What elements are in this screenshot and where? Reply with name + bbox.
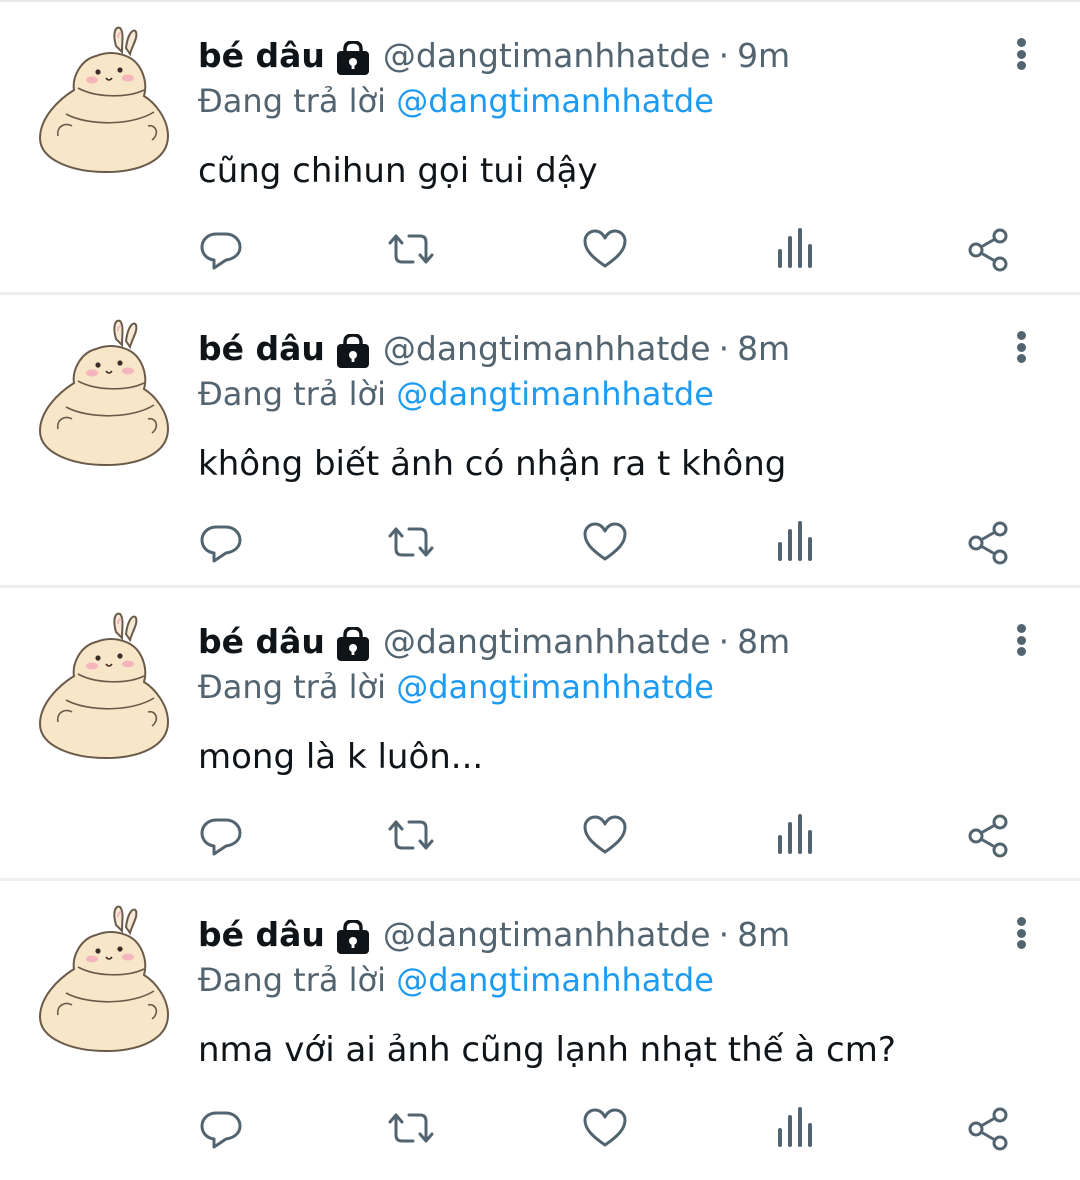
tweet-actions <box>0 810 1080 864</box>
reply-icon[interactable] <box>196 224 246 274</box>
tweet[interactable]: bé dâu @dangtimanhhatde · 9m Đang trả lờ… <box>0 2 1080 295</box>
user-handle[interactable]: @dangtimanhhatde <box>383 911 711 959</box>
timestamp[interactable]: 8m <box>737 325 790 373</box>
reply-thread: bé dâu @dangtimanhhatde · 9m Đang trả lờ… <box>0 2 1080 1174</box>
avatar[interactable] <box>36 905 172 1055</box>
replying-to-label: Đang trả lời <box>198 82 397 120</box>
avatar[interactable] <box>36 319 172 469</box>
timestamp[interactable]: 8m <box>737 911 790 959</box>
retweet-icon[interactable] <box>386 517 436 567</box>
more-vertical-icon[interactable] <box>1004 911 1038 955</box>
tweet-header: bé dâu @dangtimanhhatde · 9m <box>198 32 790 80</box>
share-icon[interactable] <box>964 517 1014 567</box>
tweet-text: nma với ai ảnh cũng lạnh nhạt thế à cm? <box>198 1030 896 1070</box>
tweet-header: bé dâu @dangtimanhhatde · 8m <box>198 325 790 373</box>
replying-to: Đang trả lời @dangtimanhhatde <box>198 371 714 417</box>
heart-icon[interactable] <box>580 224 630 274</box>
avatar[interactable] <box>36 26 172 176</box>
display-name[interactable]: bé dâu <box>198 32 325 80</box>
avatar[interactable] <box>36 612 172 762</box>
tweet-text: cũng chihun gọi tui dậy <box>198 151 598 191</box>
tweet-header: bé dâu @dangtimanhhatde · 8m <box>198 911 790 959</box>
display-name[interactable]: bé dâu <box>198 618 325 666</box>
separator-dot: · <box>718 36 730 75</box>
analytics-icon[interactable] <box>771 810 821 860</box>
user-handle[interactable]: @dangtimanhhatde <box>383 325 711 373</box>
more-vertical-icon[interactable] <box>1004 325 1038 369</box>
user-handle[interactable]: @dangtimanhhatde <box>383 32 711 80</box>
retweet-icon[interactable] <box>386 224 436 274</box>
share-icon[interactable] <box>964 224 1014 274</box>
reply-icon[interactable] <box>196 810 246 860</box>
separator-dot: · <box>718 329 730 368</box>
lock-icon <box>335 627 371 661</box>
replying-to: Đang trả lời @dangtimanhhatde <box>198 957 714 1003</box>
heart-icon[interactable] <box>580 1103 630 1153</box>
tweet[interactable]: bé dâu @dangtimanhhatde · 8m Đang trả lờ… <box>0 588 1080 881</box>
share-icon[interactable] <box>964 810 1014 860</box>
separator-dot: · <box>718 622 730 661</box>
reply-icon[interactable] <box>196 517 246 567</box>
replying-to-mention[interactable]: @dangtimanhhatde <box>396 82 714 120</box>
replying-to-mention[interactable]: @dangtimanhhatde <box>396 668 714 706</box>
replying-to-label: Đang trả lời <box>198 668 397 706</box>
replying-to: Đang trả lời @dangtimanhhatde <box>198 78 714 124</box>
replying-to-mention[interactable]: @dangtimanhhatde <box>396 375 714 413</box>
replying-to-label: Đang trả lời <box>198 961 397 999</box>
tweet-text: không biết ảnh có nhận ra t không <box>198 444 787 484</box>
replying-to: Đang trả lời @dangtimanhhatde <box>198 664 714 710</box>
display-name[interactable]: bé dâu <box>198 325 325 373</box>
lock-icon <box>335 41 371 75</box>
tweet[interactable]: bé dâu @dangtimanhhatde · 8m Đang trả lờ… <box>0 295 1080 588</box>
lock-icon <box>335 920 371 954</box>
bunny-mochi-avatar-icon <box>38 612 170 760</box>
more-vertical-icon[interactable] <box>1004 618 1038 662</box>
display-name[interactable]: bé dâu <box>198 911 325 959</box>
analytics-icon[interactable] <box>771 224 821 274</box>
timestamp[interactable]: 8m <box>737 618 790 666</box>
analytics-icon[interactable] <box>771 1103 821 1153</box>
tweet-actions <box>0 1103 1080 1157</box>
replying-to-mention[interactable]: @dangtimanhhatde <box>396 961 714 999</box>
bunny-mochi-avatar-icon <box>38 905 170 1053</box>
separator-dot: · <box>718 915 730 954</box>
share-icon[interactable] <box>964 1103 1014 1153</box>
heart-icon[interactable] <box>580 517 630 567</box>
lock-icon <box>335 334 371 368</box>
tweet[interactable]: bé dâu @dangtimanhhatde · 8m Đang trả lờ… <box>0 881 1080 1174</box>
heart-icon[interactable] <box>580 810 630 860</box>
analytics-icon[interactable] <box>771 517 821 567</box>
timestamp[interactable]: 9m <box>737 32 790 80</box>
user-handle[interactable]: @dangtimanhhatde <box>383 618 711 666</box>
reply-icon[interactable] <box>196 1103 246 1153</box>
tweet-header: bé dâu @dangtimanhhatde · 8m <box>198 618 790 666</box>
bunny-mochi-avatar-icon <box>38 319 170 467</box>
tweet-actions <box>0 517 1080 571</box>
retweet-icon[interactable] <box>386 1103 436 1153</box>
tweet-actions <box>0 224 1080 278</box>
bunny-mochi-avatar-icon <box>38 26 170 174</box>
replying-to-label: Đang trả lời <box>198 375 397 413</box>
more-vertical-icon[interactable] <box>1004 32 1038 76</box>
retweet-icon[interactable] <box>386 810 436 860</box>
tweet-text: mong là k luôn... <box>198 737 484 777</box>
